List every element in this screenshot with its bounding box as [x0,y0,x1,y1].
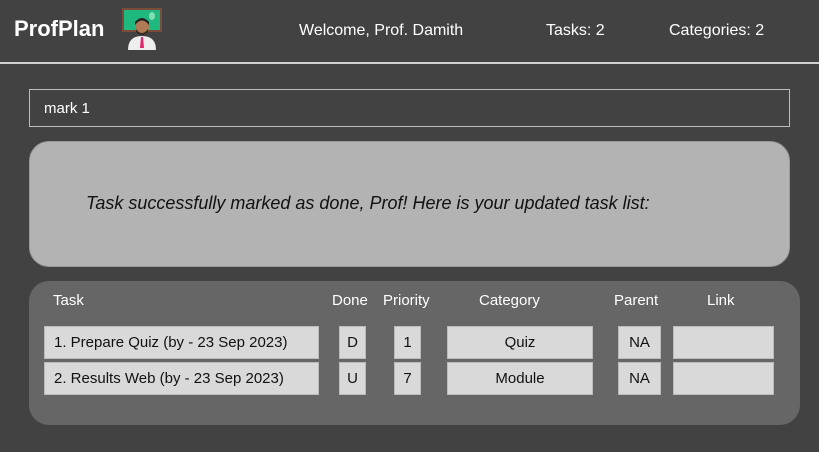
task-link [673,362,774,395]
task-link [673,326,774,359]
task-done: D [339,326,366,359]
task-parent: NA [618,326,661,359]
header-parent: Parent [614,292,659,309]
result-message: Task successfully marked as done, Prof! … [86,193,650,213]
task-name: 2. Results Web (by - 23 Sep 2023) [44,362,319,395]
task-priority: 1 [394,326,421,359]
command-input[interactable] [29,89,790,127]
task-category: Quiz [447,326,593,359]
task-category: Module [447,362,593,395]
welcome-text: Welcome, Prof. Damith [299,22,464,39]
task-done: U [339,362,366,395]
header-divider [0,62,819,64]
task-parent: NA [618,362,661,395]
app-brand: ProfPlan [14,16,105,41]
header-done: Done [332,292,368,309]
header-category: Category [479,292,540,309]
header-priority: Priority [383,292,430,309]
category-count: Categories: 2 [669,22,765,39]
task-name: 1. Prepare Quiz (by - 23 Sep 2023) [44,326,319,359]
task-list-panel: Task Done Priority Category Parent Link … [29,281,800,425]
header-task: Task [53,292,84,309]
professor-avatar-icon [120,6,164,50]
task-priority: 7 [394,362,421,395]
result-display: Task successfully marked as done, Prof! … [29,141,790,267]
header-link: Link [707,292,735,309]
task-count: Tasks: 2 [546,22,605,39]
